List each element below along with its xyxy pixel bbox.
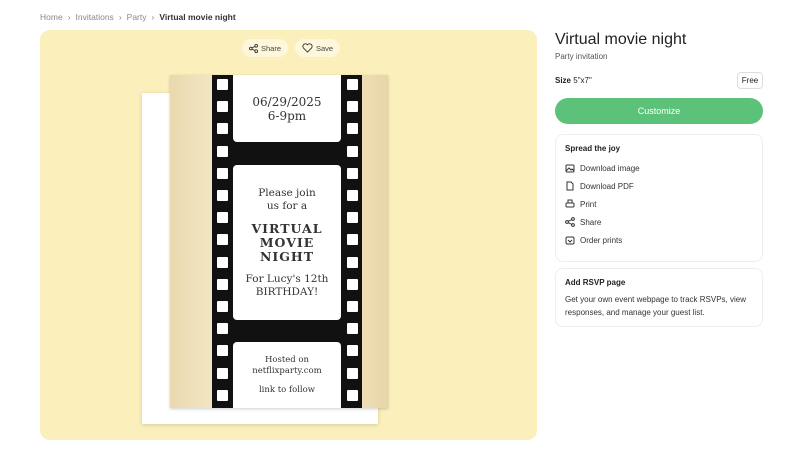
preview-panel: Share Save 06/29/2025 6-9pm Please join … xyxy=(40,30,537,440)
share-button[interactable]: Share xyxy=(242,39,289,57)
event-title: VIRTUAL xyxy=(251,220,323,236)
product-title: Virtual movie night xyxy=(555,31,687,48)
sprocket-hole xyxy=(217,123,228,135)
sprocket-hole xyxy=(217,367,228,379)
sprocket-hole xyxy=(217,167,228,179)
sprocket-hole xyxy=(347,278,358,290)
spread-item-download-image[interactable]: Download image xyxy=(565,159,753,177)
spread-item-label: Download PDF xyxy=(580,181,634,191)
spread-item-order-prints[interactable]: Order prints xyxy=(565,231,753,249)
spread-item-label: Order prints xyxy=(580,235,623,245)
pdf-download-icon xyxy=(566,181,574,191)
event-title: MOVIE xyxy=(259,234,315,250)
frame-host: Hosted on netflixparty.com link to follo… xyxy=(233,342,341,408)
share-icon xyxy=(565,217,575,227)
sprocket-hole xyxy=(347,389,358,401)
printer-icon xyxy=(565,199,575,208)
spread-item-label: Share xyxy=(580,217,602,227)
sprocket-hole xyxy=(347,345,358,357)
spread-item-label: Print xyxy=(580,199,597,209)
sprocket-hole xyxy=(217,212,228,224)
breadcrumb-current: Virtual movie night xyxy=(159,12,236,22)
occasion-line: For Lucy's 12th xyxy=(245,272,329,285)
event-title: NIGHT xyxy=(259,248,315,264)
sprocket-hole xyxy=(217,145,228,157)
sprocket-hole xyxy=(347,167,358,179)
sprocket-hole xyxy=(217,190,228,201)
occasion-line: BIRTHDAY! xyxy=(255,285,319,298)
share-label: Share xyxy=(261,43,282,53)
sprocket-hole xyxy=(217,389,228,401)
sprocket-hole xyxy=(217,278,228,290)
share-icon xyxy=(249,43,258,53)
link-note: link to follow xyxy=(258,384,316,395)
save-button[interactable]: Save xyxy=(295,39,341,57)
size-label: Size xyxy=(555,76,572,85)
sprocket-hole xyxy=(347,234,358,246)
rsvp-heading: Add RSVP page xyxy=(565,278,626,287)
frame-date: 06/29/2025 6-9pm xyxy=(233,75,341,142)
image-download-icon xyxy=(565,164,575,173)
invite-line: Please join xyxy=(258,186,316,199)
rsvp-description: Get your own event webpage to track RSVP… xyxy=(565,295,746,317)
film-strip: 06/29/2025 6-9pm Please join us for a VI… xyxy=(212,75,362,408)
sprocket-hole xyxy=(347,145,358,157)
invite-line: us for a xyxy=(266,199,308,212)
spread-item-download-pdf[interactable]: Download PDF xyxy=(565,177,753,195)
sprocket-hole xyxy=(217,234,228,246)
host-line: netflixparty.com xyxy=(252,365,322,376)
sprocket-hole xyxy=(347,190,358,201)
sprocket-hole xyxy=(347,256,358,268)
frame-main: Please join us for a VIRTUAL MOVIE NIGHT… xyxy=(233,165,341,320)
sprocket-hole xyxy=(347,101,358,113)
sprocket-hole xyxy=(347,367,358,379)
product-subtitle: Party invitation xyxy=(555,52,608,61)
breadcrumb-home[interactable]: Home xyxy=(40,12,63,22)
breadcrumb-party[interactable]: Party xyxy=(127,12,147,22)
rsvp-card[interactable]: Add RSVP page Get your own event webpage… xyxy=(555,268,763,327)
heart-icon xyxy=(302,43,313,53)
sprocket-hole xyxy=(217,256,228,268)
sprocket-hole xyxy=(217,101,228,113)
event-time: 6-9pm xyxy=(267,108,307,123)
save-label: Save xyxy=(316,43,334,53)
host-line: Hosted on xyxy=(264,354,310,365)
sprocket-hole xyxy=(347,123,358,135)
breadcrumb-invitations[interactable]: Invitations xyxy=(76,12,114,22)
sprocket-hole xyxy=(217,301,228,312)
sprocket-hole xyxy=(217,345,228,357)
sprocket-hole xyxy=(347,212,358,224)
sprocket-hole xyxy=(217,79,228,90)
event-date: 06/29/2025 xyxy=(252,94,322,109)
sprocket-hole xyxy=(347,79,358,90)
customize-button[interactable]: Customize xyxy=(555,98,763,124)
price-badge: Free xyxy=(737,72,763,89)
breadcrumb: Home › Invitations › Party › Virtual movie … xyxy=(40,12,236,22)
invitation-card[interactable]: 06/29/2025 6-9pm Please join us for a VI… xyxy=(170,75,388,408)
sprocket-hole xyxy=(347,301,358,312)
order-prints-icon xyxy=(565,236,575,245)
sprocket-hole xyxy=(217,323,228,335)
sprocket-hole xyxy=(347,323,358,335)
spread-joy-card: Spread the joy Download image Download PD… xyxy=(555,134,763,262)
spread-item-label: Download image xyxy=(580,163,640,173)
spread-item-print[interactable]: Print xyxy=(565,195,753,213)
spread-item-share[interactable]: Share xyxy=(565,213,753,231)
size-info: Size 5"x7" xyxy=(555,76,592,85)
size-value: 5"x7" xyxy=(573,76,592,85)
spread-heading: Spread the joy xyxy=(565,144,621,153)
